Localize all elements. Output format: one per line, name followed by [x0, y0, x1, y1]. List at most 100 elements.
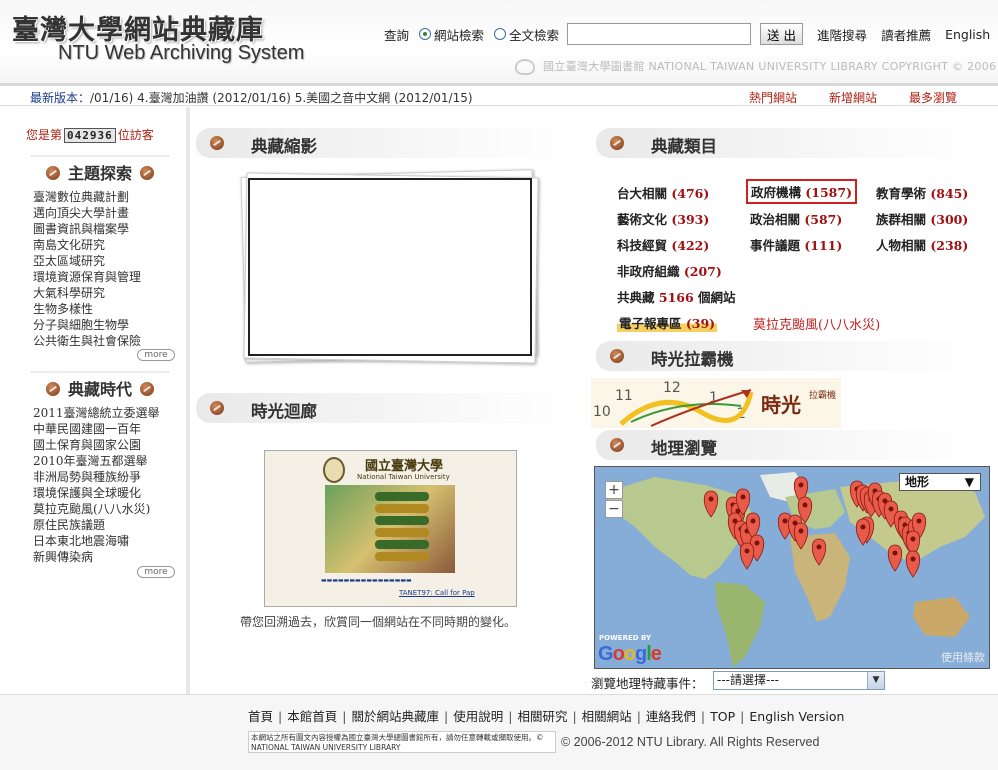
- footer-link-top[interactable]: TOP: [710, 709, 735, 724]
- category-ngo[interactable]: 非政府組織 (207): [617, 261, 722, 280]
- category-count: (111): [804, 238, 843, 253]
- bullet-icon: [210, 401, 224, 415]
- category-government[interactable]: 政府機構 (1587): [746, 179, 857, 204]
- footer-link-about[interactable]: 關於網站典藏庫: [351, 709, 439, 724]
- footer-link-english[interactable]: English Version: [749, 709, 844, 724]
- thumbnail-stack[interactable]: [240, 169, 543, 364]
- footer-link-library-home[interactable]: 本館首頁: [287, 709, 337, 724]
- category-name: 族群相關: [876, 212, 927, 227]
- google-logo: Google: [598, 643, 662, 665]
- epaper-count: (39): [685, 316, 716, 331]
- tab-popular-sites[interactable]: 熱門網站: [749, 89, 797, 106]
- wayback-shot-caption-line: ▬▬▬▬▬▬▬▬▬▬▬▬▬▬▬▬: [321, 577, 412, 584]
- zoom-out-button[interactable]: −: [605, 500, 623, 518]
- theme-item[interactable]: 圖書資訊與檔案學: [33, 221, 178, 237]
- theme-item[interactable]: 南島文化研究: [33, 237, 178, 253]
- geo-select-value: ---請選擇---: [717, 673, 779, 687]
- theme-item[interactable]: 邁向頂尖大學計畫: [33, 205, 178, 221]
- wayback-screenshot[interactable]: 國立臺灣大學 National Taiwan University ▬▬▬▬▬▬…: [264, 450, 517, 607]
- radio-fulltext-search[interactable]: [494, 28, 507, 40]
- chevron-down-icon: ▼: [867, 672, 884, 689]
- powered-by-label: POWERED BY: [599, 634, 652, 642]
- category-tech-economy[interactable]: 科技經貿 (422): [617, 235, 709, 254]
- copyright-text: © 2006-2012 NTU Library. All Rights Rese…: [561, 735, 820, 749]
- total-count: 5166: [658, 290, 694, 305]
- era-item[interactable]: 非洲局勢與種族紛爭: [33, 469, 178, 485]
- footer-link-contact[interactable]: 連絡我們: [646, 709, 696, 724]
- era-item[interactable]: 莫拉克颱風(八八水災): [33, 501, 178, 517]
- theme-item[interactable]: 公共衛生與社會保險: [33, 333, 178, 349]
- time-machine-section-header: 時光拉霸機: [596, 341, 990, 371]
- categories-title: 典藏類目: [651, 137, 717, 156]
- library-logo-icon: [515, 59, 535, 75]
- advanced-search-link[interactable]: 進階搜尋: [817, 25, 867, 44]
- category-count: (393): [671, 212, 710, 227]
- site-subtitle: NTU Web Archiving System: [58, 42, 305, 64]
- era-item[interactable]: 2011臺灣總統立委選舉: [33, 405, 178, 421]
- footer-link-related-sites[interactable]: 相關網站: [582, 709, 632, 724]
- bullet-icon: [210, 136, 224, 150]
- theme-item[interactable]: 分子與細胞生物學: [33, 317, 178, 333]
- theme-item[interactable]: 生物多樣性: [33, 301, 178, 317]
- category-name: 台大相關: [617, 186, 668, 201]
- eras-heading: 典藏時代: [30, 371, 170, 399]
- footer-link-guide[interactable]: 使用說明: [453, 709, 503, 724]
- era-item[interactable]: 中華民國建國一百年: [33, 421, 178, 437]
- theme-item[interactable]: 臺灣數位典藏計劃: [33, 189, 178, 205]
- news-strip: 最新版本： /01/16) 4.臺灣加油讚 (2012/01/16) 5.美國之…: [0, 86, 998, 106]
- category-arts[interactable]: 藝術文化 (393): [617, 209, 709, 228]
- category-politics[interactable]: 政治相關 (587): [750, 209, 842, 228]
- bullet-icon: [140, 382, 154, 396]
- submit-button[interactable]: 送 出: [760, 23, 804, 45]
- map-type-select[interactable]: 地形 ▼: [899, 473, 981, 491]
- footer-link-home[interactable]: 首頁: [248, 709, 273, 724]
- map-terms-link[interactable]: 使用條款: [941, 649, 985, 665]
- wayback-shot-title: 國立臺灣大學: [365, 459, 444, 474]
- theme-item[interactable]: 大氣科學研究: [33, 285, 178, 301]
- epaper-link[interactable]: 電子報專區 (39): [617, 313, 718, 332]
- search-input[interactable]: [567, 23, 752, 45]
- era-item[interactable]: 新興傳染病: [33, 549, 178, 565]
- category-education[interactable]: 教育學術 (845): [876, 183, 968, 202]
- radio-site-search[interactable]: [419, 28, 432, 40]
- reader-recommend-link[interactable]: 讀者推薦: [881, 25, 931, 44]
- map-type-value: 地形: [905, 475, 930, 489]
- radio-fulltext-label[interactable]: 全文檢索: [509, 25, 559, 44]
- era-item[interactable]: 2010年臺灣五都選舉: [33, 453, 178, 469]
- themes-more-button[interactable]: more: [137, 349, 175, 361]
- zoom-in-button[interactable]: +: [605, 481, 623, 499]
- english-link[interactable]: English: [945, 27, 990, 42]
- left-sidebar: 您是第 042936 位訪客 主題探索 臺灣數位典藏計劃 邁向頂尖大學計畫 圖書資訊…: [0, 107, 190, 694]
- category-people[interactable]: 人物相關 (238): [876, 235, 968, 254]
- radio-site-label[interactable]: 網站檢索: [434, 25, 484, 44]
- era-item[interactable]: 日本東北地震海嘯: [33, 533, 178, 549]
- themes-heading: 主題探索: [30, 155, 170, 183]
- news-marquee[interactable]: /01/16) 4.臺灣加油讚 (2012/01/16) 5.美國之音中文網 (…: [90, 89, 560, 106]
- eras-title: 典藏時代: [67, 380, 132, 399]
- gallery-section-header: 時光迴廊: [196, 393, 586, 423]
- time-machine-title: 時光拉霸機: [651, 350, 734, 369]
- morakot-link[interactable]: 莫拉克颱風(八八水災): [753, 314, 880, 333]
- theme-item[interactable]: 環境資源保育與管理: [33, 269, 178, 285]
- wayback-shot-footer: TANET97: Call for Pap: [399, 589, 475, 597]
- footer-link-research[interactable]: 相關研究: [517, 709, 567, 724]
- tab-new-sites[interactable]: 新增網站: [829, 89, 877, 106]
- search-bar: 查詢 網站檢索 全文檢索 送 出 進階搜尋 讀者推薦 English: [384, 22, 990, 46]
- footer-links: 首頁 | 本館首頁 | 關於網站典藏庫 | 使用說明 | 相關研究 | 相關網站 | 連絡我們 | TOP |…: [248, 709, 845, 724]
- world-map[interactable]: + − 地形 ▼ POWERED BY Google 使用條款: [594, 466, 990, 669]
- category-events[interactable]: 事件議題 (111): [750, 235, 842, 254]
- era-item[interactable]: 國土保育與國家公園: [33, 437, 178, 453]
- category-ethnic[interactable]: 族群相關 (300): [876, 209, 968, 228]
- category-ntu[interactable]: 台大相關 (476): [617, 183, 709, 202]
- bullet-icon: [610, 136, 624, 150]
- time-machine-banner[interactable]: 10 11 12 1 2 時光 拉霸機: [591, 378, 841, 428]
- era-item[interactable]: 原住民族議題: [33, 517, 178, 533]
- theme-item[interactable]: 亞太區域研究: [33, 253, 178, 269]
- era-item[interactable]: 環境保護與全球暖化: [33, 485, 178, 501]
- geo-event-select[interactable]: ---請選擇--- ▼: [713, 671, 885, 690]
- bullet-icon: [45, 382, 60, 396]
- thumbnail-frame[interactable]: [248, 178, 532, 356]
- tab-most-viewed[interactable]: 最多瀏覽: [909, 89, 957, 106]
- eras-more-button[interactable]: more: [137, 566, 175, 578]
- header: 臺灣大學網站典藏庫 NTU Web Archiving System 查詢 網站…: [0, 0, 998, 86]
